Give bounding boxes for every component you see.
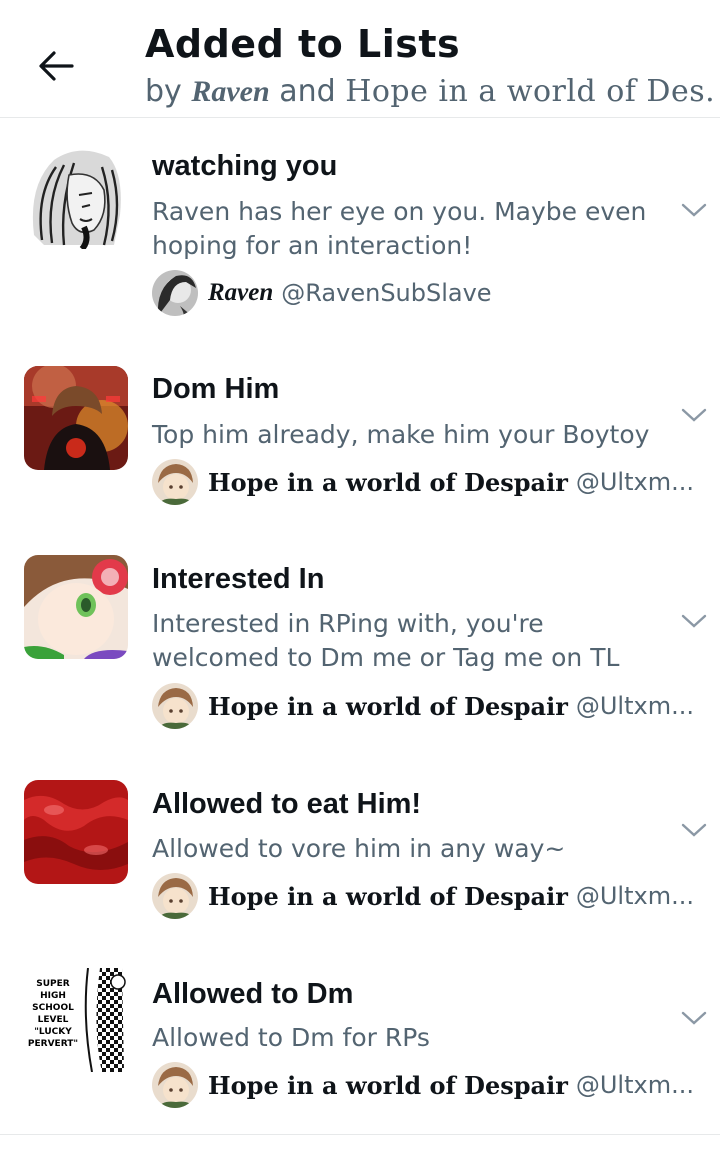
list-owner[interactable]: Raven @RavenSubSlave <box>152 270 712 316</box>
chevron-down-icon[interactable] <box>680 611 708 631</box>
chevron-down-icon[interactable] <box>680 820 708 840</box>
list-owner[interactable]: Hope in a world of Despair @Ultxm... <box>152 873 712 919</box>
list-owner[interactable]: Hope in a world of Despair @Ultxm... <box>152 683 712 729</box>
page-subtitle: by Raven and Hope in a world of Des... <box>145 74 715 109</box>
page-title: Added to Lists <box>145 22 461 66</box>
list-description: Raven has her eye on you. Maybe even hop… <box>152 197 647 260</box>
list-description: Top him already, make him your Boytoy <box>152 420 650 449</box>
list-item[interactable]: Dom Him Top him already, make him your B… <box>0 345 720 535</box>
list-owner[interactable]: Hope in a world of Despair @Ultxm... <box>152 1062 712 1108</box>
chevron-down-icon[interactable] <box>680 405 708 425</box>
avatar <box>152 270 198 316</box>
chevron-down-icon[interactable] <box>680 1008 708 1028</box>
subtitle-owner-raven[interactable]: Raven <box>191 75 269 108</box>
owner-handle: @Ultxm... <box>575 1071 694 1099</box>
chevron-down-icon[interactable] <box>680 200 708 220</box>
thumb-caption: SUPER HIGH SCHOOL LEVEL "LUCKY PERVERT" <box>27 979 79 1049</box>
red-texture-thumbnail <box>24 780 128 884</box>
list-name: Dom Him <box>152 373 280 405</box>
avatar <box>152 1062 198 1108</box>
arrow-left-icon <box>39 51 74 81</box>
back-button[interactable] <box>28 38 84 94</box>
header: Added to Lists by Raven and Hope in a wo… <box>0 0 720 118</box>
subtitle-owner-hope[interactable]: Hope in a world of Des... <box>345 74 715 109</box>
list-description: Allowed to Dm for RPs <box>152 1023 430 1052</box>
list-item[interactable]: Allowed to eat Him! Allowed to vore him … <box>0 760 720 950</box>
list-owner[interactable]: Hope in a world of Despair @Ultxm... <box>152 459 712 505</box>
owner-handle: @Ultxm... <box>575 468 694 496</box>
list-name: Allowed to Dm <box>152 978 354 1010</box>
list-name: watching you <box>152 150 338 182</box>
list-name: Interested In <box>152 563 325 595</box>
avatar <box>152 683 198 729</box>
owner-handle: @RavenSubSlave <box>281 279 492 307</box>
manga-panel-thumbnail: SUPER HIGH SCHOOL LEVEL "LUCKY PERVERT" <box>24 968 128 1072</box>
owner-handle: @Ultxm... <box>575 692 694 720</box>
owner-name: Hope in a world of Despair <box>208 467 568 497</box>
manga-portrait-thumbnail <box>24 145 128 249</box>
list-description: Allowed to vore him in any way~ <box>152 834 566 863</box>
owner-name: Hope in a world of Despair <box>208 881 568 911</box>
list-item[interactable]: watching you Raven has her eye on you. M… <box>0 120 720 345</box>
owner-handle: @Ultxm... <box>575 882 694 910</box>
list-item[interactable]: SUPER HIGH SCHOOL LEVEL "LUCKY PERVERT" … <box>0 950 720 1134</box>
owner-name: Hope in a world of Despair <box>208 1070 568 1100</box>
anime-face-thumbnail <box>24 555 128 659</box>
list-name: Allowed to eat Him! <box>152 788 422 820</box>
red-portrait-thumbnail <box>24 366 128 470</box>
owner-name: Hope in a world of Despair <box>208 691 568 721</box>
avatar <box>152 459 198 505</box>
avatar <box>152 873 198 919</box>
list-description: Interested in RPing with, you're welcome… <box>152 609 620 672</box>
list-item[interactable]: Interested In Interested in RPing with, … <box>0 535 720 760</box>
owner-name: Raven <box>208 279 274 306</box>
divider <box>0 1134 720 1135</box>
